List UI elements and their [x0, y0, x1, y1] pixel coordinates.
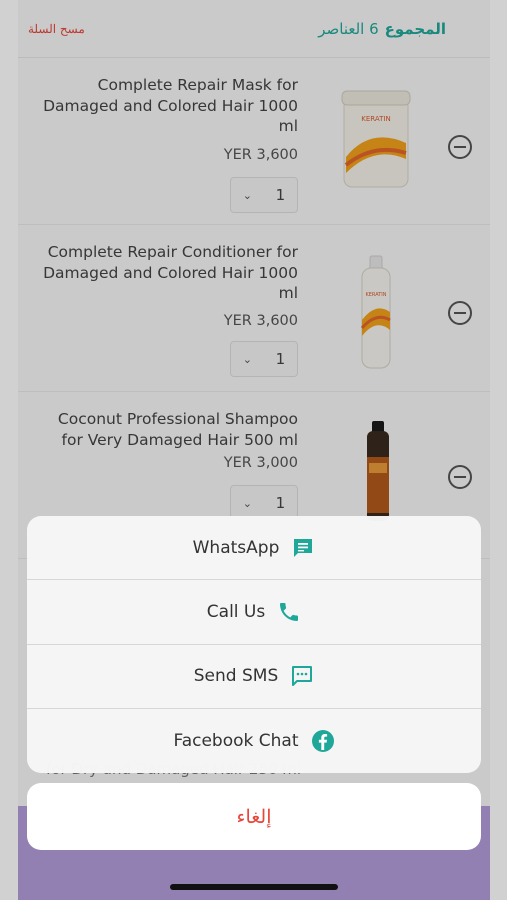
send-sms-label: Send SMS: [193, 666, 279, 687]
sms-icon: [292, 666, 313, 687]
facebook-chat-label: Facebook Chat: [173, 730, 299, 751]
whatsapp-label: WhatsApp: [192, 537, 280, 558]
contact-action-sheet: WhatsApp Call Us Send SMS Facebook Chat: [27, 516, 481, 773]
send-sms-option[interactable]: Send SMS: [27, 645, 481, 709]
message-icon: [294, 538, 313, 557]
call-us-label: Call Us: [206, 601, 266, 622]
facebook-icon: [311, 729, 334, 752]
whatsapp-option[interactable]: WhatsApp: [27, 516, 481, 581]
facebook-chat-option[interactable]: Facebook Chat: [27, 709, 481, 773]
phone-icon: [280, 602, 299, 621]
home-indicator: [170, 884, 338, 890]
call-us-option[interactable]: Call Us: [27, 580, 481, 645]
cancel-button[interactable]: إلغاء: [27, 783, 481, 850]
